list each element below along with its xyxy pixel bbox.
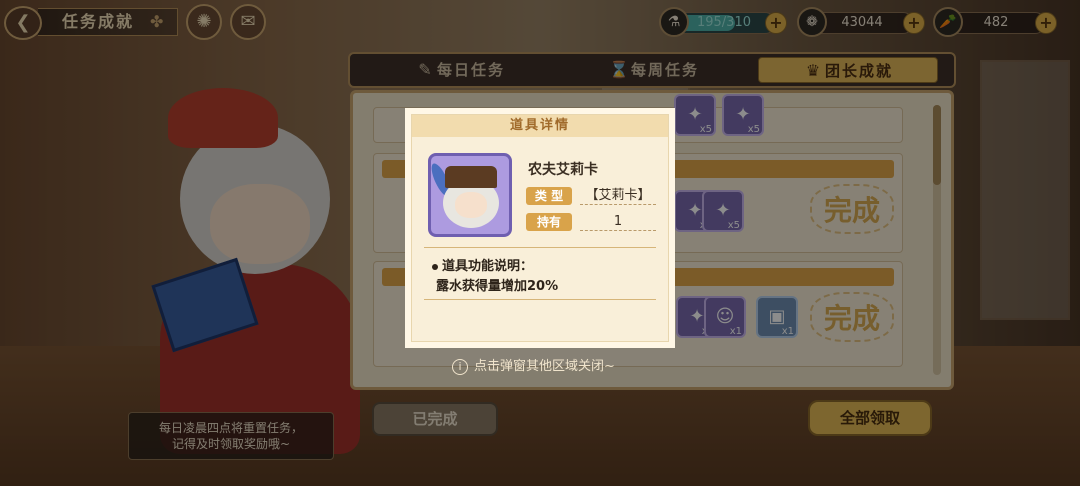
item-portrait bbox=[427, 153, 512, 237]
owned-label: 持有 bbox=[526, 213, 572, 231]
divider bbox=[424, 247, 656, 248]
owned-value: 1 bbox=[580, 213, 656, 231]
bullet-dot bbox=[432, 263, 438, 270]
info-icon: i bbox=[452, 359, 468, 375]
popup-title: 道具详情 bbox=[412, 115, 668, 137]
type-label: 类 型 bbox=[526, 187, 572, 205]
popup-body: 道具详情 农夫艾莉卡 类 型 【艾莉卡】 持有 1 道具功能说明： 露水获得量增… bbox=[411, 114, 669, 342]
description-text: 露水获得量增加20% bbox=[436, 279, 559, 294]
type-value: 【艾莉卡】 bbox=[580, 187, 656, 205]
close-hint-text: 点击弹窗其他区域关闭~ bbox=[474, 359, 615, 374]
portrait-hat bbox=[445, 166, 497, 188]
close-hint: i 点击弹窗其他区域关闭~ bbox=[452, 358, 615, 376]
portrait-face bbox=[455, 192, 487, 218]
divider bbox=[424, 299, 656, 300]
description-title: 道具功能说明： bbox=[432, 255, 533, 274]
item-name: 农夫艾莉卡 bbox=[528, 162, 598, 178]
item-detail-popup: 道具详情 农夫艾莉卡 类 型 【艾莉卡】 持有 1 道具功能说明： 露水获得量增… bbox=[405, 108, 675, 348]
description-title-text: 道具功能说明： bbox=[442, 259, 534, 274]
